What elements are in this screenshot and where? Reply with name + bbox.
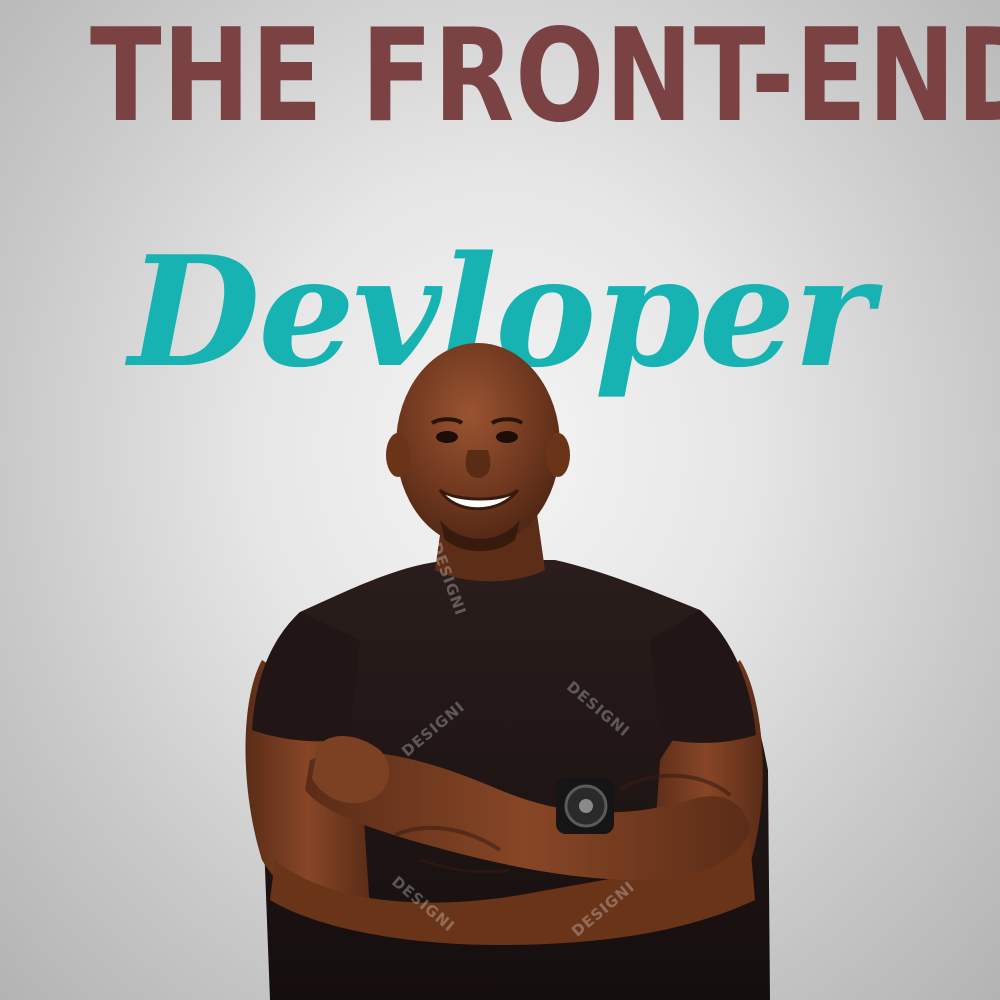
portrait-photo (245, 343, 770, 1000)
wristwatch-icon (556, 778, 614, 834)
poster: THE FRONT-END Devloper DESIGNI DESIGNI D… (0, 0, 1000, 1000)
head (386, 343, 570, 552)
